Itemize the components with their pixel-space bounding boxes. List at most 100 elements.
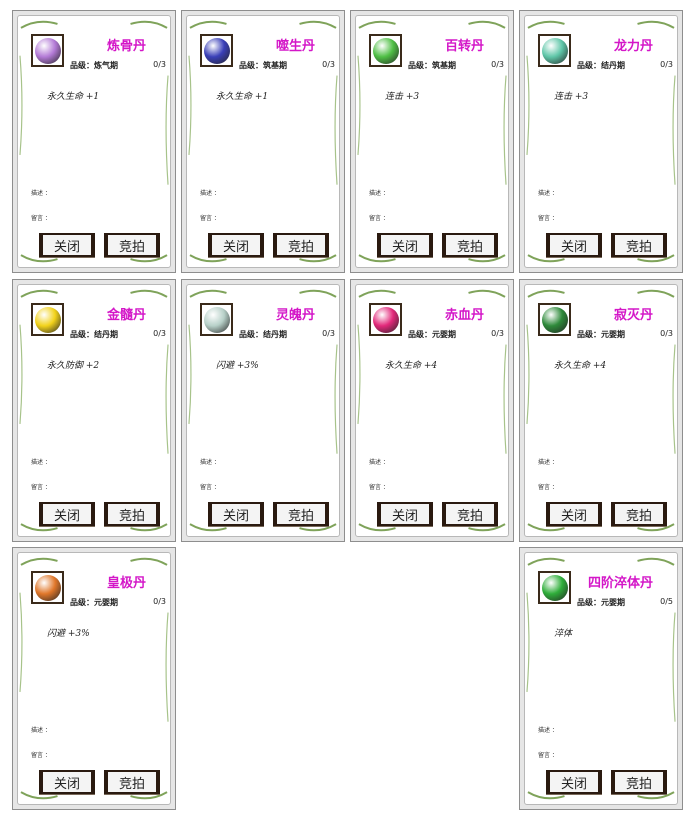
item-grade: 品级：筑基期 <box>408 61 456 70</box>
item-effect: 永久生命 +1 <box>216 92 269 102</box>
dark-orb-icon <box>200 34 233 67</box>
message-label: 留言 ： <box>31 484 51 491</box>
message-label: 留言 ： <box>369 484 389 491</box>
description-label: 描述 ： <box>200 190 220 197</box>
item-effect: 闪避 +3% <box>216 361 259 371</box>
bid-button[interactable]: 竞拍 <box>442 502 498 526</box>
close-button[interactable]: 关闭 <box>208 233 264 257</box>
item-count: 0/3 <box>660 60 673 69</box>
close-button[interactable]: 关闭 <box>546 233 602 257</box>
item-grade: 品级：筑基期 <box>239 61 287 70</box>
item-count: 0/3 <box>153 597 166 606</box>
item-grade: 品级：炼气期 <box>70 61 118 70</box>
bid-button[interactable]: 竞拍 <box>273 233 329 257</box>
item-count: 0/3 <box>491 60 504 69</box>
item-name: 皇极丹 <box>106 576 146 591</box>
item-name: 赤血丹 <box>444 308 484 323</box>
close-button[interactable]: 关闭 <box>39 502 95 526</box>
message-label: 留言 ： <box>200 484 220 491</box>
description-label: 描述 ： <box>31 190 51 197</box>
green-bowl-icon <box>538 571 571 604</box>
item-grade: 品级：元婴期 <box>408 330 456 339</box>
item-grade: 品级：元婴期 <box>70 598 118 607</box>
description-label: 描述 ： <box>200 459 220 466</box>
item-count: 0/5 <box>660 597 673 606</box>
bid-button[interactable]: 竞拍 <box>104 233 160 257</box>
item-name: 金髓丹 <box>106 308 146 323</box>
message-label: 留言 ： <box>200 215 220 222</box>
message-label: 留言 ： <box>369 215 389 222</box>
item-card: 噬生丹 品级：筑基期 0/3 永久生命 +1 描述 ： 留言 ： 关闭 竞拍 <box>181 10 345 273</box>
item-count: 0/3 <box>153 60 166 69</box>
message-label: 留言 ： <box>31 752 51 759</box>
item-grade: 品级：结丹期 <box>577 61 625 70</box>
item-card: 赤血丹 品级：元婴期 0/3 永久生命 +4 描述 ： 留言 ： 关闭 竞拍 <box>350 279 514 542</box>
item-effect: 永久防御 +2 <box>47 361 100 371</box>
close-button[interactable]: 关闭 <box>39 233 95 257</box>
description-label: 描述 ： <box>369 459 389 466</box>
bid-button[interactable]: 竞拍 <box>611 233 667 257</box>
message-label: 留言 ： <box>31 215 51 222</box>
item-grade: 品级：结丹期 <box>239 330 287 339</box>
description-label: 描述 ： <box>31 727 51 734</box>
bid-button[interactable]: 竞拍 <box>611 502 667 526</box>
item-count: 0/3 <box>491 329 504 338</box>
close-button[interactable]: 关闭 <box>546 502 602 526</box>
item-effect: 永久生命 +4 <box>385 361 438 371</box>
item-count: 0/3 <box>153 329 166 338</box>
item-name: 寂灭丹 <box>613 308 653 323</box>
item-name: 四阶淬体丹 <box>587 576 653 591</box>
description-label: 描述 ： <box>369 190 389 197</box>
item-grade: 品级：结丹期 <box>70 330 118 339</box>
item-effect: 闪避 +3% <box>47 629 90 639</box>
description-label: 描述 ： <box>31 459 51 466</box>
item-name: 炼骨丹 <box>106 39 146 54</box>
item-card: 龙力丹 品级：结丹期 0/3 连击 +3 描述 ： 留言 ： 关闭 竞拍 <box>519 10 683 273</box>
bid-button[interactable]: 竞拍 <box>611 770 667 794</box>
bid-button[interactable]: 竞拍 <box>104 770 160 794</box>
close-button[interactable]: 关闭 <box>377 502 433 526</box>
message-label: 留言 ： <box>538 484 558 491</box>
close-button[interactable]: 关闭 <box>377 233 433 257</box>
gold-orb-icon <box>31 303 64 336</box>
item-card: 四阶淬体丹 品级：元婴期 0/5 淬体 描述 ： 留言 ： 关闭 竞拍 <box>519 547 683 810</box>
item-count: 0/3 <box>322 329 335 338</box>
item-card: 金髓丹 品级：结丹期 0/3 永久防御 +2 描述 ： 留言 ： 关闭 竞拍 <box>12 279 176 542</box>
item-effect: 连击 +3 <box>554 92 589 102</box>
item-effect: 淬体 <box>554 629 573 639</box>
item-name: 龙力丹 <box>613 39 653 54</box>
item-card: 灵魄丹 品级：结丹期 0/3 闪避 +3% 描述 ： 留言 ： 关闭 竞拍 <box>181 279 345 542</box>
item-name: 噬生丹 <box>275 39 315 54</box>
close-button[interactable]: 关闭 <box>546 770 602 794</box>
bid-button[interactable]: 竞拍 <box>104 502 160 526</box>
item-effect: 连击 +3 <box>385 92 420 102</box>
item-grade: 品级：元婴期 <box>577 598 625 607</box>
description-label: 描述 ： <box>538 459 558 466</box>
item-card: 寂灭丹 品级：元婴期 0/3 永久生命 +4 描述 ： 留言 ： 关闭 竞拍 <box>519 279 683 542</box>
pearl-orb-icon <box>200 303 233 336</box>
green-cube-icon <box>369 34 402 67</box>
message-label: 留言 ： <box>538 215 558 222</box>
purple-pill-icon <box>31 34 64 67</box>
item-name: 灵魄丹 <box>275 308 315 323</box>
item-card: 百转丹 品级：筑基期 0/3 连击 +3 描述 ： 留言 ： 关闭 竞拍 <box>350 10 514 273</box>
item-effect: 永久生命 +4 <box>554 361 607 371</box>
bid-button[interactable]: 竞拍 <box>273 502 329 526</box>
item-grade: 品级：元婴期 <box>577 330 625 339</box>
item-card: 皇极丹 品级：元婴期 0/3 闪避 +3% 描述 ： 留言 ： 关闭 竞拍 <box>12 547 176 810</box>
item-count: 0/3 <box>322 60 335 69</box>
bid-button[interactable]: 竞拍 <box>442 233 498 257</box>
item-name: 百转丹 <box>444 39 484 54</box>
teal-orb-icon <box>538 34 571 67</box>
item-card: 炼骨丹 品级：炼气期 0/3 永久生命 +1 描述 ： 留言 ： 关闭 竞拍 <box>12 10 176 273</box>
description-label: 描述 ： <box>538 727 558 734</box>
pink-orb-icon <box>369 303 402 336</box>
item-count: 0/3 <box>660 329 673 338</box>
close-button[interactable]: 关闭 <box>208 502 264 526</box>
close-button[interactable]: 关闭 <box>39 770 95 794</box>
item-effect: 永久生命 +1 <box>47 92 100 102</box>
message-label: 留言 ： <box>538 752 558 759</box>
orange-chest-icon <box>31 571 64 604</box>
green-swirl-icon <box>538 303 571 336</box>
description-label: 描述 ： <box>538 190 558 197</box>
